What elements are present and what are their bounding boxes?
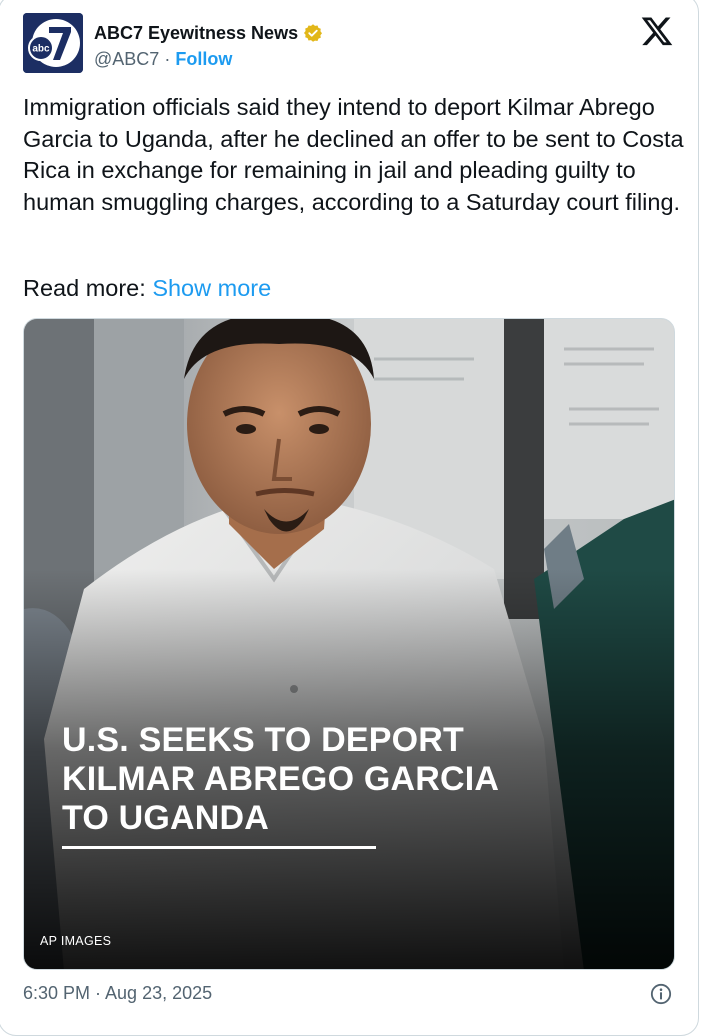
- follow-button[interactable]: Follow: [175, 49, 232, 69]
- headline-underline: [62, 846, 376, 849]
- info-icon[interactable]: [650, 983, 672, 1005]
- post-timestamp[interactable]: 6:30 PM · Aug 23, 2025: [23, 983, 212, 1004]
- separator-dot: ·: [164, 49, 171, 69]
- verified-badge-icon: [304, 24, 323, 42]
- headline-line-1: U.S. SEEKS TO DEPORT: [62, 721, 465, 759]
- svg-text:abc: abc: [32, 44, 50, 55]
- account-display-name[interactable]: ABC7 Eyewitness News: [94, 23, 298, 44]
- read-more-line: Read more: Show more: [23, 272, 271, 304]
- abc7-logo[interactable]: abc: [23, 13, 83, 73]
- headline-line-3: TO UGANDA: [62, 799, 270, 837]
- media-image[interactable]: U.S. SEEKS TO DEPORT KILMAR ABREGO GARCI…: [23, 318, 675, 970]
- abc7-logo-icon: abc: [23, 13, 83, 73]
- account-handle-row: @ABC7 · Follow: [94, 49, 232, 70]
- post-text: Immigration officials said they intend t…: [23, 94, 684, 215]
- show-more-link[interactable]: Show more: [152, 275, 271, 301]
- account-name-row: ABC7 Eyewitness News: [94, 22, 323, 44]
- x-logo-icon[interactable]: [640, 14, 674, 48]
- news-photo: [24, 319, 674, 969]
- read-more-label: Read more:: [23, 275, 146, 301]
- headline-line-2: KILMAR ABREGO GARCIA: [62, 760, 500, 798]
- account-handle[interactable]: @ABC7: [94, 49, 159, 69]
- photo-credit: AP IMAGES: [40, 934, 112, 948]
- media-headline: U.S. SEEKS TO DEPORT KILMAR ABREGO GARCI…: [62, 721, 499, 838]
